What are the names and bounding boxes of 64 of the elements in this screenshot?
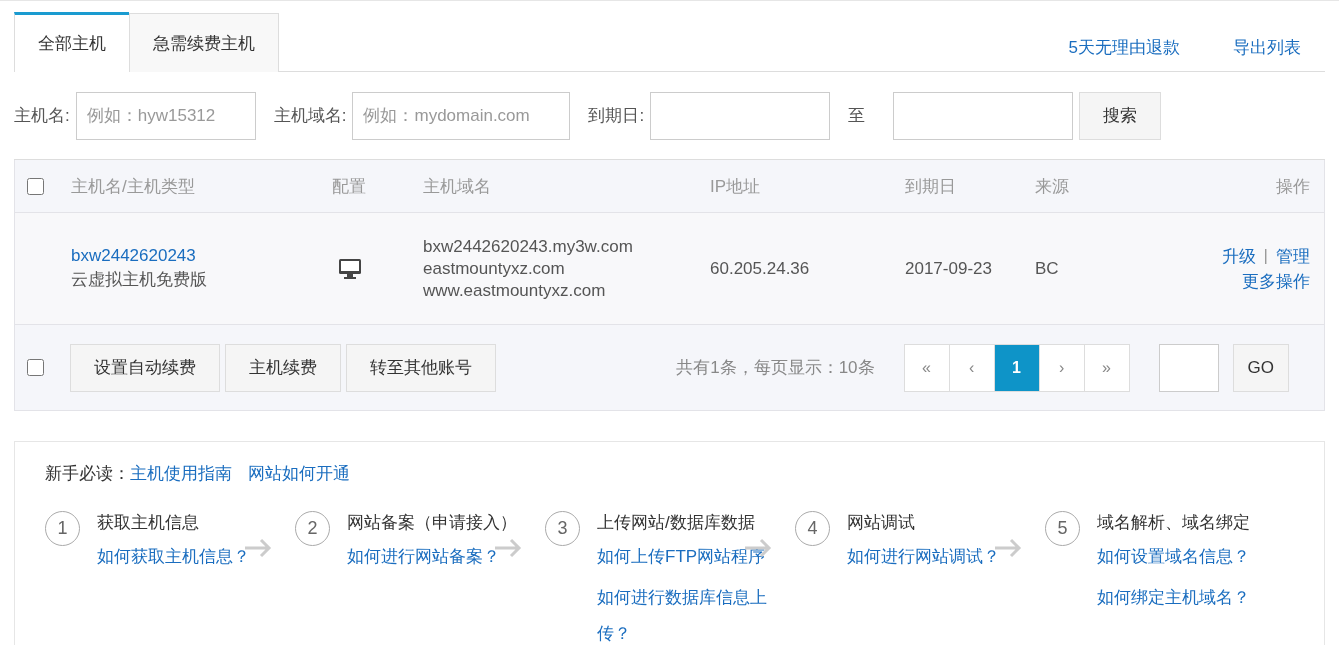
- step-title: 域名解析、域名绑定: [1097, 512, 1251, 534]
- domain-text: bxw2442620243.my3w.com: [423, 236, 634, 257]
- column-header: 操作: [1276, 175, 1311, 198]
- tab[interactable]: 急需续费主机: [129, 13, 279, 72]
- step-title: 网站备案（申请接入）: [347, 512, 518, 534]
- column-header: 来源: [1035, 175, 1070, 198]
- domain-text: www.eastmountyxz.com: [423, 280, 607, 301]
- bulk-action-button[interactable]: 设置自动续费: [70, 343, 220, 392]
- step-link[interactable]: 如何进行数据库信息上传？: [597, 580, 779, 645]
- page-number-field[interactable]: [1158, 343, 1219, 392]
- source-text: BC: [1035, 258, 1060, 279]
- host-domain-field[interactable]: 例如：mydomain.com: [352, 91, 571, 140]
- action-link[interactable]: 管理: [1276, 244, 1310, 268]
- column-header: 配置: [332, 175, 367, 198]
- step-title: 上传网站/数据库数据: [597, 512, 756, 534]
- step-link[interactable]: 如何进行网站调试？: [847, 539, 1029, 575]
- step-link[interactable]: 如何进行网站备案？: [347, 539, 529, 575]
- go-button[interactable]: GO: [1232, 343, 1289, 392]
- ip-address: 60.205.24.36: [710, 258, 811, 279]
- guide-label: 新手必读：: [45, 463, 130, 485]
- link-separator: |: [1263, 246, 1268, 266]
- expiry-date: 2017-09-23: [905, 258, 993, 279]
- page-button[interactable]: ‹: [948, 343, 995, 392]
- header-link[interactable]: 5天无理由退款: [1068, 36, 1180, 59]
- column-header: IP地址: [710, 175, 762, 198]
- tab[interactable]: 全部主机: [14, 12, 129, 72]
- page-button[interactable]: 1: [993, 343, 1040, 392]
- column-header: 主机名/主机类型: [71, 175, 196, 198]
- step-title: 获取主机信息: [97, 512, 200, 534]
- guide-link[interactable]: 主机使用指南: [130, 462, 232, 485]
- step-link[interactable]: 如何绑定主机域名？: [1097, 580, 1279, 616]
- field-label: 到期日:: [588, 105, 645, 127]
- step-title: 网站调试: [847, 512, 916, 534]
- page-button[interactable]: «: [903, 343, 950, 392]
- column-header: 到期日: [905, 175, 957, 198]
- checkbox[interactable]: [27, 177, 44, 195]
- host-name-link[interactable]: bxw2442620243: [71, 246, 332, 266]
- date-to-field[interactable]: [893, 91, 1074, 140]
- header-link[interactable]: 导出列表: [1233, 36, 1301, 59]
- step-link[interactable]: 如何上传FTP网站程序: [597, 539, 779, 575]
- bulk-action-button[interactable]: 转至其他账号: [346, 343, 496, 392]
- range-separator: 至: [848, 105, 866, 127]
- host-type: 云虚拟主机免费版: [71, 269, 208, 291]
- step-link[interactable]: 如何获取主机信息？: [97, 539, 279, 575]
- arrow-icon: [494, 538, 522, 558]
- search-button[interactable]: 搜索: [1079, 91, 1162, 140]
- checkbox[interactable]: [27, 359, 44, 376]
- bulk-action-button[interactable]: 主机续费: [225, 343, 341, 392]
- guide-link[interactable]: 网站如何开通: [248, 462, 350, 485]
- action-link[interactable]: 更多操作: [1242, 269, 1310, 293]
- page-button[interactable]: ›: [1038, 343, 1085, 392]
- column-header: 主机域名: [423, 175, 492, 198]
- action-link[interactable]: 升级: [1221, 244, 1256, 268]
- domain-text: eastmountyxz.com: [423, 258, 566, 279]
- field-label: 主机域名:: [273, 105, 347, 127]
- host-name-field[interactable]: 例如：hyw15312: [75, 91, 256, 140]
- page-button[interactable]: »: [1083, 343, 1130, 392]
- arrow-icon: [244, 538, 272, 558]
- step-link[interactable]: 如何设置域名信息？: [1097, 539, 1279, 575]
- field-label: 主机名:: [14, 105, 70, 127]
- date-from-field[interactable]: [650, 91, 831, 140]
- page-summary: 共有1条，每页显示：10条: [676, 357, 875, 379]
- arrow-icon: [994, 538, 1022, 558]
- monitor-icon: [338, 257, 362, 280]
